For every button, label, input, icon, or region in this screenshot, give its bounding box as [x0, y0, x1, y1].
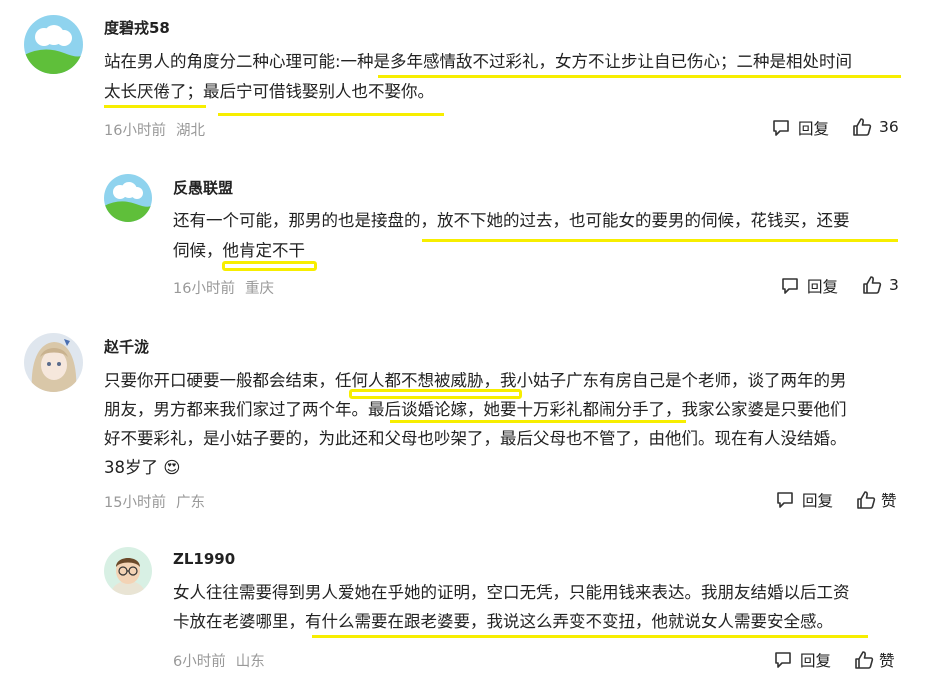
thumbs-up-icon: [855, 651, 874, 669]
avatar[interactable]: [24, 333, 83, 392]
anime-girl-avatar-icon: [24, 333, 83, 392]
comment-location: 重庆: [244, 281, 274, 297]
comment-username[interactable]: 反愚联盟: [173, 177, 233, 198]
comment-time: 16小时前: [104, 123, 166, 139]
comment-text-line: 好不要彩礼，是小姑子要的，为此还和父母也吵架了，最后父母也不管了，由他们。现在有…: [104, 429, 847, 448]
landscape-avatar-icon: [24, 15, 83, 74]
comment-location: 广东: [175, 495, 205, 511]
thumbs-up-icon: [857, 491, 876, 509]
comment-text-line: 站在男人的角度分二种心理可能:一种是多年感情敌不过彩礼，女方不让步让自已伤心；二…: [104, 52, 853, 71]
avatar[interactable]: [104, 547, 152, 595]
comment-icon: [777, 492, 793, 508]
reply-button[interactable]: 回复: [773, 649, 831, 671]
comment-location: 山东: [235, 654, 265, 670]
comment-meta: 15小时前 广东: [104, 491, 205, 512]
comment-text-line: 还有一个可能，那男的也是接盘的，放不下她的过去，也可能女的要男的伺候，花钱买，还…: [173, 211, 850, 230]
comment-icon: [773, 120, 789, 136]
comment-username[interactable]: ZL1990: [173, 550, 235, 568]
like-button[interactable]: 赞: [854, 649, 895, 671]
comment-time: 6小时前: [173, 654, 226, 670]
highlight-underline: [390, 420, 686, 423]
landscape-avatar-icon: [104, 174, 152, 222]
highlight-underline: [312, 635, 868, 638]
comment-time: 15小时前: [104, 495, 166, 511]
like-button[interactable]: 3: [862, 275, 899, 295]
highlight-underline: [104, 105, 206, 108]
comment-location: 湖北: [175, 123, 205, 139]
reply-button[interactable]: 回复: [771, 117, 829, 139]
reply-button[interactable]: 回复: [780, 275, 838, 297]
highlight-underline: [422, 239, 898, 242]
comment-meta: 6小时前 山东: [173, 650, 265, 671]
comment-username[interactable]: 赵千泷: [104, 336, 149, 357]
comment-meta: 16小时前 湖北: [104, 119, 205, 140]
comment-text-line: 女人往往需要得到男人爱她在乎她的证明，空口无凭，只能用钱来表达。我朋友结婚以后工…: [173, 583, 850, 602]
comment-text-line: 38岁了 😍: [104, 458, 181, 477]
like-button[interactable]: 赞: [856, 489, 897, 511]
thumbs-up-icon: [853, 118, 872, 136]
comment-icon: [775, 652, 791, 668]
avatar[interactable]: [104, 174, 152, 222]
thumbs-up-icon: [863, 276, 882, 294]
highlight-underline: [378, 75, 901, 78]
comment-time: 16小时前: [173, 281, 235, 297]
comment-icon: [782, 278, 798, 294]
reply-button[interactable]: 回复: [775, 489, 833, 511]
highlight-box: [222, 261, 317, 271]
comment-meta: 16小时前 重庆: [173, 277, 274, 298]
comment-username[interactable]: 度碧戎58: [104, 17, 170, 38]
highlight-box: [349, 389, 522, 399]
highlight-underline: [218, 113, 444, 116]
avatar[interactable]: [24, 15, 83, 74]
comment-text-line: 太长厌倦了；最后宁可借钱娶别人也不娶你。: [104, 82, 434, 101]
comment-text-line: 卡放在老婆哪里，有什么需要在跟老婆要，我说这么弄变不变扭，他就说女人需要安全感。: [173, 612, 833, 631]
cartoon-man-avatar-icon: [104, 547, 152, 595]
like-button[interactable]: 36: [852, 117, 899, 137]
